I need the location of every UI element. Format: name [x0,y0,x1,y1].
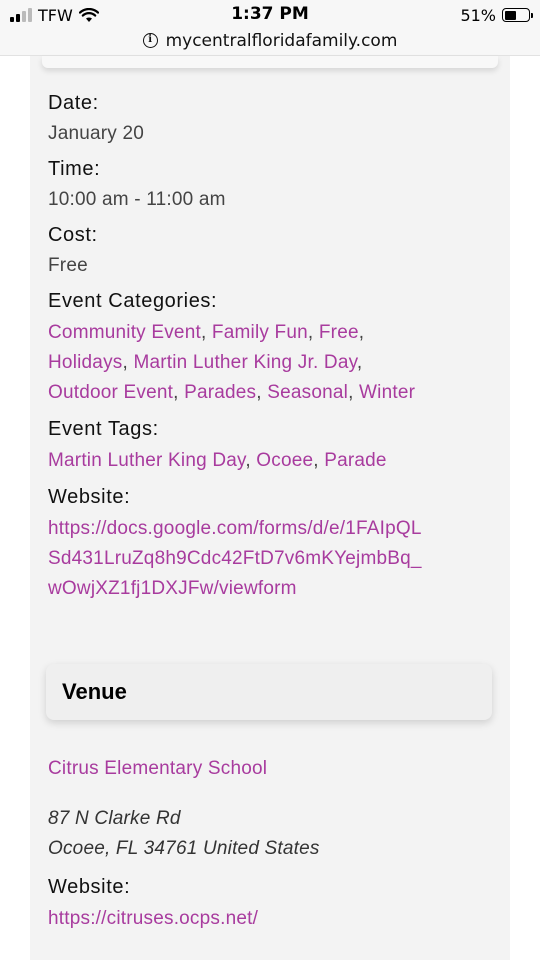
address-line-1: 87 N Clarke Rd [48,808,181,829]
categories-list: Community Event, Family Fun, Free, Holid… [48,322,416,403]
website-link-line[interactable]: Sd431LruZq8h9Cdc42FtD7v6mKYejmbBq_ [48,548,422,569]
address-line-2: Ocoee, FL 34761 United States [48,838,320,859]
category-link[interactable]: Winter [359,382,415,403]
venue-website-wrap: https://citruses.ocps.net/ [48,904,498,934]
url-text[interactable]: mycentralfloridafamily.com [166,31,398,51]
tag-link[interactable]: Ocoee [256,450,313,471]
date-value: January 20 [48,123,145,144]
venue-heading: Venue [62,679,127,704]
venue-header: Venue [46,664,492,720]
venue-name-wrap: Citrus Elementary School [48,754,498,784]
event-website-link[interactable]: https://docs.google.com/forms/d/e/1FAIpQ… [48,514,498,604]
battery-percent: 51% [460,5,496,25]
category-link[interactable]: Outdoor Event [48,382,173,403]
tags-label: Event Tags: [48,418,159,440]
venue-details: Citrus Elementary School 87 N Clarke Rd … [48,750,498,942]
address-bar[interactable]: i mycentralfloridafamily.com [0,26,540,56]
tag-link[interactable]: Parade [324,450,386,471]
category-link[interactable]: Holidays [48,352,122,373]
website-link-line[interactable]: wOwjXZ1fj1DXJFw/viewform [48,578,297,599]
clock: 1:37 PM [231,4,309,24]
category-link[interactable]: Martin Luther King Jr. Day [133,352,356,373]
battery-icon [502,8,533,22]
cost-value: Free [48,255,88,276]
website-label: Website: [48,486,131,508]
venue-website-link[interactable]: https://citruses.ocps.net/ [48,908,258,929]
site-info-icon[interactable]: i [142,33,158,48]
category-link[interactable]: Seasonal [267,382,348,403]
date-label: Date: [48,92,99,114]
tags-list: Martin Luther King Day, Ocoee, Parade [48,450,387,471]
card-top-edge [42,56,498,68]
venue-website-label: Website: [48,876,131,898]
time-label: Time: [48,158,101,180]
time-value: 10:00 am - 11:00 am [48,189,226,210]
categories-label: Event Categories: [48,290,218,312]
tag-link[interactable]: Martin Luther King Day [48,450,245,471]
venue-name-link[interactable]: Citrus Elementary School [48,758,267,779]
category-link[interactable]: Free [319,322,359,343]
category-link[interactable]: Parades [184,382,256,403]
category-link[interactable]: Community Event [48,322,201,343]
event-details: Date: January 20 Time: 10:00 am - 11:00 … [48,90,498,612]
category-link[interactable]: Family Fun [212,322,308,343]
website-link-line[interactable]: https://docs.google.com/forms/d/e/1FAIpQ… [48,518,422,539]
venue-address: 87 N Clarke Rd Ocoee, FL 34761 United St… [48,804,498,864]
battery-group: 51% [460,4,533,26]
cost-label: Cost: [48,224,98,246]
